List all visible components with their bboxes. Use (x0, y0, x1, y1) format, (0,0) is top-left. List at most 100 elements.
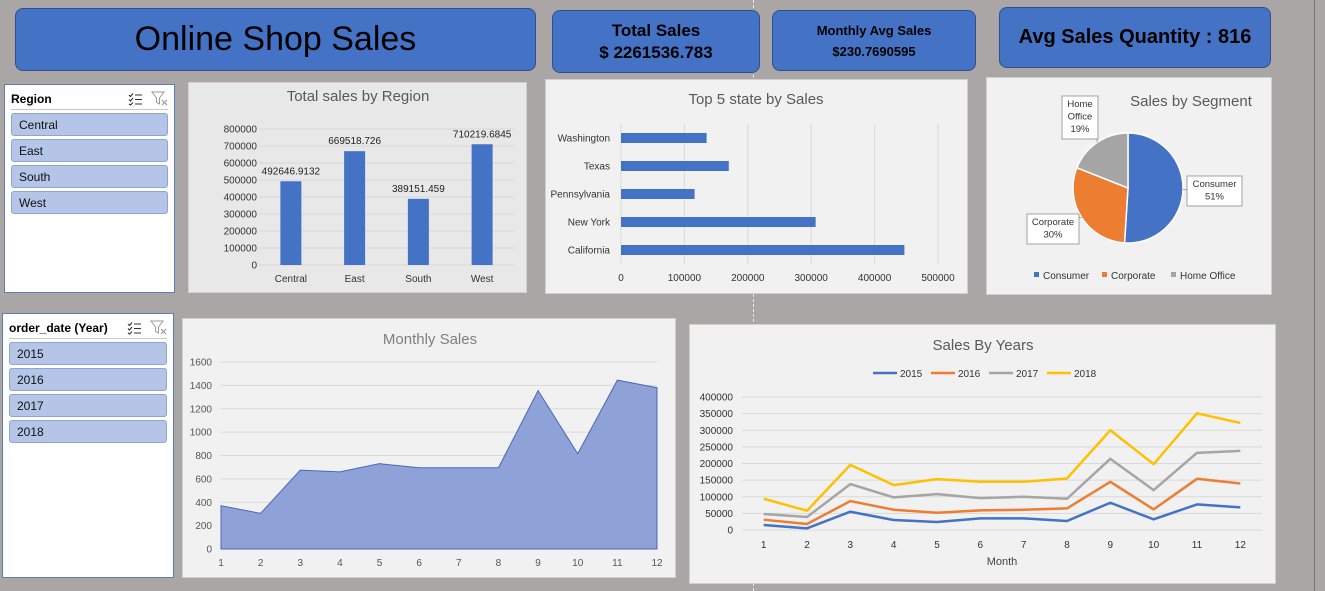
y-tick-label: 0 (206, 545, 212, 556)
y-tick-label: 100000 (700, 492, 734, 503)
y-tick-label: 800000 (224, 125, 258, 136)
x-tick-label: 6 (416, 558, 422, 569)
x-tick-label: 5 (934, 540, 940, 551)
x-tick-label: 3 (297, 558, 303, 569)
years-chart-panel: Sales By Years 0 50000 100000 150000 200000 25… (689, 324, 1276, 584)
bar-east (344, 151, 366, 265)
avg-quantity-label: Avg Sales Quantity : 816 (1018, 26, 1252, 48)
x-tick-label: 10 (572, 558, 584, 569)
region-slicer-item-central[interactable]: Central (11, 113, 168, 136)
year-slicer-item-2015[interactable]: 2015 (9, 342, 167, 365)
monthly-avg-label: Monthly Avg Sales (816, 22, 932, 38)
year-slicer-item-2016[interactable]: 2016 (9, 368, 167, 391)
x-tick-label: 9 (1108, 540, 1114, 551)
region-chart-panel: Total sales by Region 0 100000 200000 300000… (188, 82, 527, 293)
monthly-avg-card: Monthly Avg Sales $230.7690595 (772, 10, 976, 71)
y-tick-label: 150000 (700, 476, 734, 487)
segment-chart-panel: Sales by Segment Consumer 51% Corporate 30% H… (986, 77, 1272, 295)
x-tick-label: 2 (804, 540, 810, 551)
data-label: 389151.459 (392, 184, 445, 195)
x-tick-label: 300000 (795, 273, 829, 284)
multi-select-icon[interactable] (128, 92, 143, 106)
legend-swatch (1102, 272, 1107, 277)
x-tick-label: 0 (618, 273, 624, 284)
legend-label: Consumer (1043, 271, 1090, 282)
chart-title: Sales By Years (933, 337, 1034, 354)
region-slicer: Region Central East South West (4, 84, 175, 293)
monthly-chart-panel: Monthly Sales 0 200 400 600 800 1000 1200 1400 16… (182, 318, 676, 578)
state-bar-chart: Top 5 state by Sales 0 100000 200000 300000 4… (551, 91, 956, 284)
data-label: 710219.6845 (453, 129, 512, 140)
segment-pie-chart: Sales by Segment Consumer 51% Corporate 30% H… (1026, 93, 1253, 282)
state-chart-panel: Top 5 state by Sales 0 100000 200000 300000 4… (545, 79, 968, 294)
chart-title: Sales by Segment (1130, 93, 1253, 110)
region-slicer-title: Region (11, 91, 52, 106)
data-label-percent: 30% (1043, 230, 1063, 241)
bar-california (621, 245, 905, 255)
y-tick-label: 700000 (224, 142, 258, 153)
chart-title: Total sales by Region (287, 88, 430, 105)
region-bar-chart: Total sales by Region 0 100000 200000 300000… (224, 88, 514, 285)
bar-texas (621, 161, 729, 171)
bar-new-york (621, 217, 816, 227)
data-label-name: Office (1068, 112, 1093, 123)
y-tick-label: 200 (195, 521, 212, 532)
avg-quantity-card: Avg Sales Quantity : 816 (999, 7, 1271, 68)
x-tick-label: 1 (761, 540, 767, 551)
y-tick-label: 200000 (700, 459, 734, 470)
sheet-edge (1314, 0, 1315, 591)
y-tick-label: Washington (558, 134, 610, 145)
y-tick-label: 0 (727, 526, 733, 537)
y-tick-label: 1600 (190, 358, 213, 369)
bar-central (280, 181, 302, 265)
line-series-2017 (763, 449, 1241, 519)
clear-filter-icon[interactable] (150, 320, 167, 335)
region-slicer-item-west[interactable]: West (11, 191, 168, 214)
x-tick-label: South (405, 274, 431, 285)
data-label-percent: 19% (1070, 124, 1090, 135)
x-tick-label: 4 (337, 558, 343, 569)
y-tick-label: New York (568, 218, 611, 229)
page-title: Online Shop Sales (134, 20, 417, 58)
x-tick-label: 1 (218, 558, 224, 569)
x-tick-label: 100000 (668, 273, 702, 284)
clear-filter-icon[interactable] (151, 91, 168, 106)
x-tick-label: 3 (848, 540, 854, 551)
x-tick-label: 6 (978, 540, 984, 551)
y-tick-label: 350000 (700, 409, 734, 420)
region-slicer-item-south[interactable]: South (11, 165, 168, 188)
y-tick-label: Texas (584, 162, 610, 173)
x-tick-label: East (345, 274, 365, 285)
data-label: 669518.726 (328, 136, 381, 147)
y-tick-label: 100000 (224, 244, 258, 255)
year-slicer-header: order_date (Year) (9, 317, 167, 339)
data-label-name: Consumer (1193, 179, 1237, 190)
multi-select-icon[interactable] (127, 321, 142, 335)
y-tick-label: 600000 (224, 159, 258, 170)
data-label: 492646.9132 (262, 166, 321, 177)
legend-label: 2016 (958, 369, 981, 380)
total-sales-card: Total Sales $ 2261536.783 (552, 10, 760, 73)
data-label-percent: 51% (1205, 192, 1225, 203)
region-slicer-item-east[interactable]: East (11, 139, 168, 162)
x-tick-label: 10 (1148, 540, 1160, 551)
x-tick-label: 8 (1064, 540, 1070, 551)
years-line-chart: Sales By Years05000010000015000020000025… (700, 337, 1262, 568)
x-tick-label: 12 (1235, 540, 1247, 551)
area-series (220, 379, 658, 550)
bar-washington (621, 133, 707, 143)
bar-south (407, 198, 429, 265)
chart-title: Top 5 state by Sales (688, 91, 823, 108)
legend-label: 2015 (900, 369, 923, 380)
x-tick-label: 7 (1021, 540, 1027, 551)
legend-label: Home Office (1180, 271, 1236, 282)
data-label-name: Home (1067, 99, 1092, 110)
legend-label: 2017 (1016, 369, 1039, 380)
x-axis-label: Month (987, 556, 1018, 568)
year-slicer-item-2018[interactable]: 2018 (9, 420, 167, 443)
y-tick-label: 1400 (190, 381, 213, 392)
legend-swatch (1034, 272, 1039, 277)
legend-swatch (1171, 272, 1176, 277)
region-slicer-items: Central East South West (5, 110, 174, 214)
year-slicer-item-2017[interactable]: 2017 (9, 394, 167, 417)
